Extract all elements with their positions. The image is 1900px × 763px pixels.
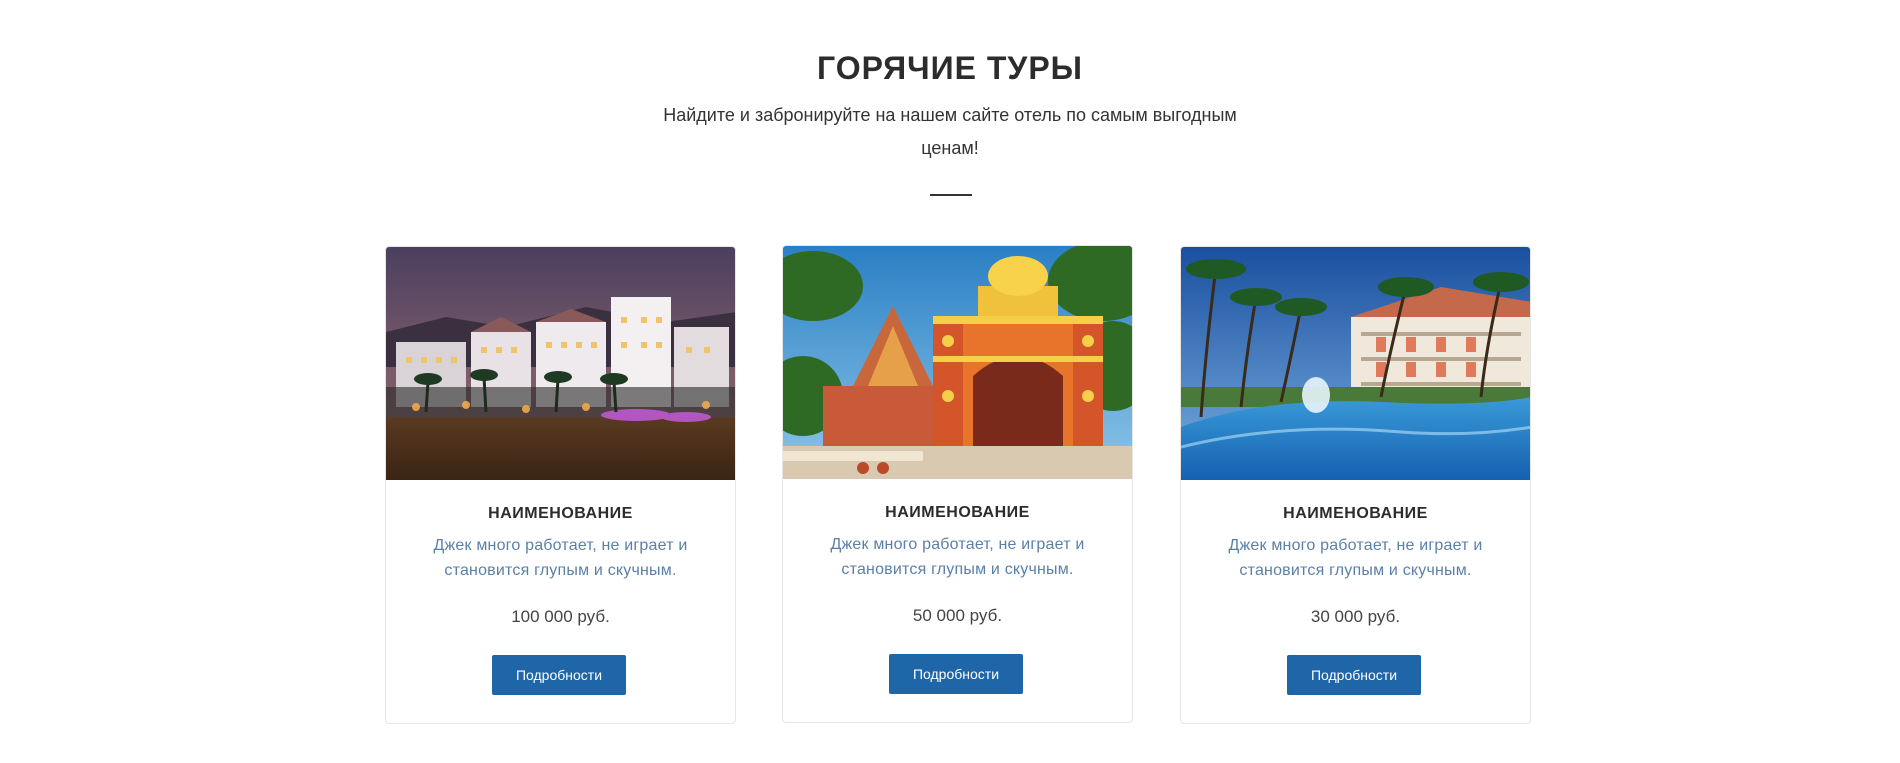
section-subtitle: Найдите и забронируйте на нашем сайте от… <box>663 105 1237 158</box>
details-button[interactable]: Подробности <box>492 655 626 695</box>
section-title: ГОРЯЧИЕ ТУРЫ <box>817 50 1083 86</box>
hot-tours-section: ГОРЯЧИЕ ТУРЫ Найдите и забронируйте на н… <box>0 0 1900 763</box>
tour-image-night-hotel[interactable] <box>386 247 735 480</box>
details-button[interactable]: Подробности <box>1287 655 1421 695</box>
tour-price: 30 000 руб. <box>1310 607 1401 626</box>
tour-card-1: НАИМЕНОВАНИЕ Джек много работает, не игр… <box>385 246 736 724</box>
title-divider <box>930 194 972 196</box>
tour-card-2: НАИМЕНОВАНИЕ Джек много работает, не игр… <box>782 245 1133 723</box>
tour-description: Джек много работает, не играет и станови… <box>1228 537 1483 579</box>
tour-image-resort-pool[interactable] <box>1181 247 1530 480</box>
tour-description: Джек много работает, не играет и станови… <box>433 537 688 579</box>
tour-name: НАИМЕНОВАНИЕ <box>1283 505 1428 522</box>
tour-image-temple-gate[interactable] <box>783 246 1132 479</box>
tour-card-3: НАИМЕНОВАНИЕ Джек много работает, не игр… <box>1180 246 1531 724</box>
tour-price: 100 000 руб. <box>511 607 610 626</box>
tour-price: 50 000 руб. <box>912 606 1003 625</box>
tour-description: Джек много работает, не играет и станови… <box>830 536 1085 578</box>
tour-name: НАИМЕНОВАНИЕ <box>885 504 1030 521</box>
details-button[interactable]: Подробности <box>889 654 1023 694</box>
tour-name: НАИМЕНОВАНИЕ <box>488 505 633 522</box>
